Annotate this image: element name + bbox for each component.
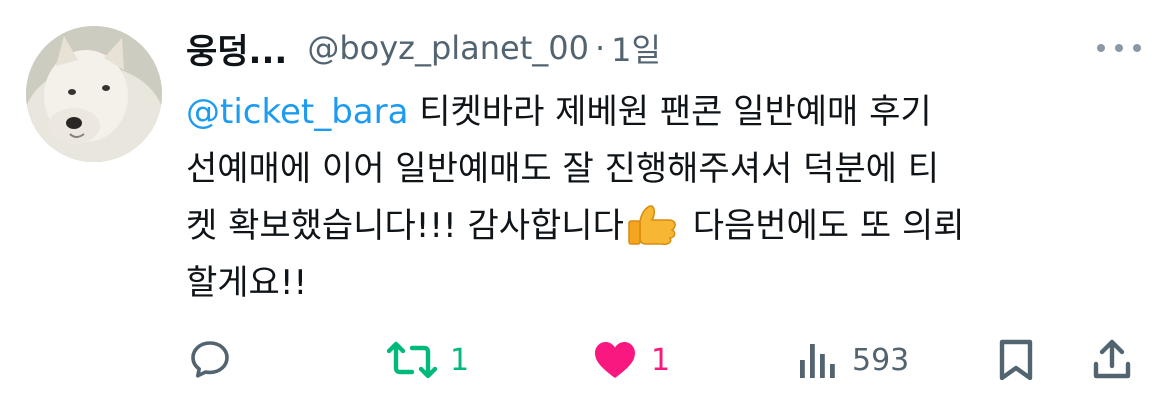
author-name[interactable]: 웅덩... <box>186 24 287 73</box>
share-button[interactable] <box>1090 330 1134 390</box>
like-count: 1 <box>651 342 671 378</box>
more-options-icon[interactable] <box>1097 40 1141 56</box>
author-handle[interactable]: @boyz_planet_00 <box>307 29 589 67</box>
tweet-text: @ticket_bara 티켓바라 제베원 팬콘 일반예매 후기 선예매에 이어… <box>186 84 1136 312</box>
tweet-line-3: 켓 확보했습니다!!! 감사합니다 다음번에도 또 의뢰 <box>186 198 1136 255</box>
tweet-line-1: @ticket_bara 티켓바라 제베원 팬콘 일반예매 후기 <box>186 92 932 132</box>
share-icon <box>1093 339 1131 379</box>
reply-button[interactable] <box>186 330 234 390</box>
tweet-header: 웅덩... @boyz_planet_00 · 1일 <box>186 20 661 76</box>
like-button[interactable]: 1 <box>591 330 670 390</box>
views-count: 593 <box>852 342 910 378</box>
separator-dot: · <box>594 29 606 67</box>
avatar[interactable] <box>26 26 162 162</box>
bookmark-icon <box>999 339 1033 381</box>
views-icon <box>800 344 835 378</box>
retweet-button[interactable]: 1 <box>386 330 469 390</box>
tweet-line-2: 선예매에 이어 일반예매도 잘 진행해주셔서 덕분에 티 <box>186 149 940 189</box>
tweet-line-4: 할게요!! <box>186 263 308 303</box>
thumbs-up-icon <box>628 205 676 245</box>
views-button[interactable]: 593 <box>796 330 909 390</box>
retweet-icon <box>386 341 438 379</box>
retweet-count: 1 <box>450 342 470 378</box>
bookmark-button[interactable] <box>994 330 1038 390</box>
timestamp[interactable]: 1일 <box>611 25 661 71</box>
dog-photo <box>26 26 162 162</box>
action-bar: 1 1 593 <box>186 330 1136 390</box>
reply-icon <box>191 341 229 378</box>
mention-link[interactable]: @ticket_bara <box>186 92 408 132</box>
heart-icon <box>595 342 635 378</box>
